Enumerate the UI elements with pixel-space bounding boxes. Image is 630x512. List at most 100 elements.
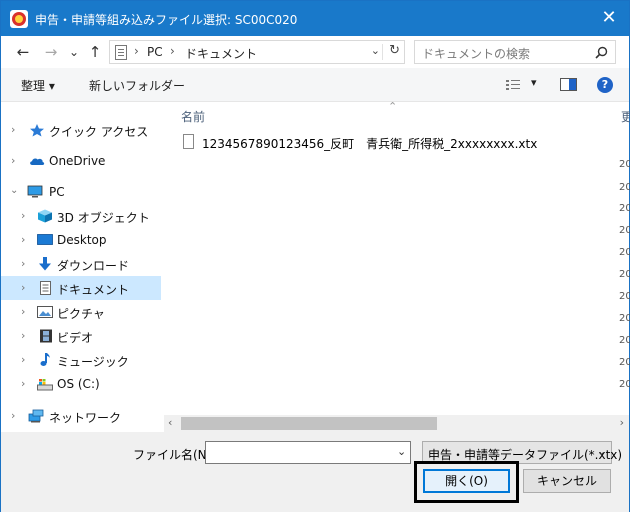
sidebar-item-quick-access[interactable]: › クイック アクセス: [1, 118, 161, 142]
scroll-left-icon[interactable]: ‹: [168, 416, 172, 429]
date-cell: 20: [619, 203, 630, 214]
sidebar-item-label: OS (C:): [57, 377, 100, 391]
sidebar-item-label: ピクチャ: [57, 307, 105, 321]
chevron-right-icon[interactable]: ›: [21, 209, 25, 222]
list-item[interactable]: 1234567890123456_反町 青兵衛_所得税_2xxxxxxxx.xt…: [182, 134, 602, 152]
chevron-right-icon[interactable]: ›: [21, 233, 25, 246]
date-cell: 20: [619, 379, 630, 390]
cloud-icon: [30, 158, 45, 165]
horizontal-scrollbar[interactable]: ‹ ›: [164, 415, 629, 432]
sidebar-item-label: ドキュメント: [57, 283, 130, 297]
sidebar-item-label: ダウンロード: [57, 259, 130, 273]
sidebar-item-os-drive[interactable]: › OS (C:): [1, 372, 161, 396]
chevron-right-icon[interactable]: ›: [21, 281, 25, 294]
sidebar-item-label: クイック アクセス: [49, 125, 149, 139]
sidebar-item-onedrive[interactable]: › OneDrive: [1, 149, 161, 173]
sidebar-item-music[interactable]: › ミュージック: [1, 348, 161, 372]
sidebar-item-3d-objects[interactable]: › 3D オブジェクト: [1, 204, 161, 228]
chevron-right-icon[interactable]: ›: [21, 377, 25, 390]
sidebar-item-pc[interactable]: ⌄ PC: [1, 180, 161, 204]
cube-icon: [38, 209, 52, 223]
music-note-icon: [40, 353, 50, 366]
sidebar-item-desktop[interactable]: › Desktop: [1, 228, 161, 252]
scroll-right-icon[interactable]: ›: [620, 416, 624, 429]
chevron-right-icon[interactable]: ›: [21, 305, 25, 318]
open-button-highlight: [414, 461, 519, 503]
sidebar-item-network[interactable]: › ネットワーク: [1, 404, 161, 428]
command-toolbar: 整理 ▾ 新しいフォルダー ▾ ?: [1, 68, 629, 102]
file-name: 1234567890123456_反町 青兵衛_所得税_2xxxxxxxx.xt…: [202, 137, 538, 151]
sidebar-item-label: ビデオ: [57, 331, 94, 345]
computer-icon: [27, 185, 43, 198]
breadcrumb-documents[interactable]: ドキュメント: [185, 45, 257, 62]
sidebar-item-label: 3D オブジェクト: [57, 211, 150, 225]
desktop-icon: [37, 234, 53, 245]
documents-folder-icon: [115, 45, 127, 60]
chevron-down-icon[interactable]: ⌄: [371, 44, 380, 57]
sidebar-item-documents[interactable]: › ドキュメント: [1, 276, 161, 300]
star-icon: [30, 124, 44, 137]
chevron-right-icon[interactable]: ›: [11, 409, 15, 422]
sidebar-item-videos[interactable]: › ビデオ: [1, 324, 161, 348]
network-icon: [28, 409, 44, 423]
chevron-right-icon[interactable]: ›: [21, 257, 25, 270]
chevron-down-icon[interactable]: ⌄: [597, 445, 606, 458]
sidebar-item-label: ネットワーク: [49, 411, 122, 425]
sidebar-item-label: Desktop: [57, 233, 107, 247]
search-placeholder: ドキュメントの検索: [422, 47, 531, 61]
chevron-right-icon[interactable]: ›: [21, 329, 25, 342]
search-icon[interactable]: [595, 46, 608, 59]
column-header-date[interactable]: 更: [621, 108, 630, 125]
sort-ascending-icon: ⌃: [388, 100, 398, 113]
cancel-button[interactable]: キャンセル: [523, 469, 611, 493]
organize-button[interactable]: 整理 ▾: [21, 77, 55, 94]
date-cell: 20: [619, 357, 630, 368]
new-folder-button[interactable]: 新しいフォルダー: [89, 77, 185, 94]
app-icon: [10, 10, 28, 28]
sidebar-item-downloads[interactable]: › ダウンロード: [1, 252, 161, 276]
file-list[interactable]: ⌃ 名前 更 1234567890123456_反町 青兵衛_所得税_2xxxx…: [164, 100, 630, 432]
breadcrumb-pc[interactable]: PC: [147, 45, 163, 59]
up-arrow-icon[interactable]: ↑: [85, 41, 105, 63]
pictures-icon: [37, 306, 53, 318]
date-cell: 20: [619, 291, 630, 302]
sidebar-item-label: PC: [49, 185, 65, 199]
help-icon[interactable]: ?: [597, 77, 613, 93]
forward-arrow-icon[interactable]: →: [41, 41, 61, 63]
address-bar[interactable]: › PC › ドキュメント ⌄ ↻: [109, 40, 405, 64]
chevron-down-icon[interactable]: ⌄: [397, 445, 406, 458]
file-icon: [183, 134, 194, 149]
chevron-right-icon[interactable]: ›: [21, 353, 25, 366]
dialog-footer: ファイル名(N): ⌄ 申告・申請等データファイル(*.xtx) ⌄ 開く(O)…: [1, 432, 629, 512]
column-header-name[interactable]: 名前: [181, 108, 205, 125]
back-arrow-icon[interactable]: ←: [13, 41, 33, 63]
scrollbar-thumb[interactable]: [181, 417, 437, 430]
chevron-right-icon[interactable]: ›: [11, 123, 15, 136]
sidebar-item-label: ミュージック: [57, 355, 129, 369]
breadcrumb-chevron-icon: ›: [170, 44, 175, 58]
sidebar-item-pictures[interactable]: › ピクチャ: [1, 300, 161, 324]
recent-locations-icon[interactable]: ⌄: [64, 41, 84, 63]
chevron-down-icon[interactable]: ⌄: [10, 185, 18, 196]
view-dropdown-icon[interactable]: ▾: [531, 76, 537, 89]
chevron-right-icon[interactable]: ›: [11, 154, 15, 167]
navigation-pane: › クイック アクセス › OneDrive ⌄ PC › 3D オブジェクト …: [1, 102, 163, 432]
date-cell: 20: [619, 225, 630, 236]
search-box[interactable]: ドキュメントの検索: [414, 40, 616, 64]
preview-pane-icon[interactable]: [560, 78, 577, 91]
breadcrumb-chevron-icon: ›: [134, 44, 139, 58]
date-cell: 20: [619, 313, 630, 324]
date-cell: 20: [619, 159, 630, 170]
title-bar: 申告・申請等組み込みファイル選択: SC00C020 ✕: [1, 1, 629, 36]
hard-drive-icon: [37, 379, 53, 391]
film-icon: [40, 329, 52, 343]
download-arrow-icon: [39, 257, 51, 271]
close-icon[interactable]: ✕: [598, 7, 620, 29]
filename-label: ファイル名(N):: [133, 448, 216, 462]
view-options-icon[interactable]: [506, 79, 520, 91]
sidebar-item-label: OneDrive: [49, 154, 106, 168]
date-cell: 20: [619, 182, 630, 193]
filename-input[interactable]: [205, 441, 411, 464]
date-cell: 20: [619, 269, 630, 280]
refresh-icon[interactable]: ↻: [389, 43, 400, 58]
